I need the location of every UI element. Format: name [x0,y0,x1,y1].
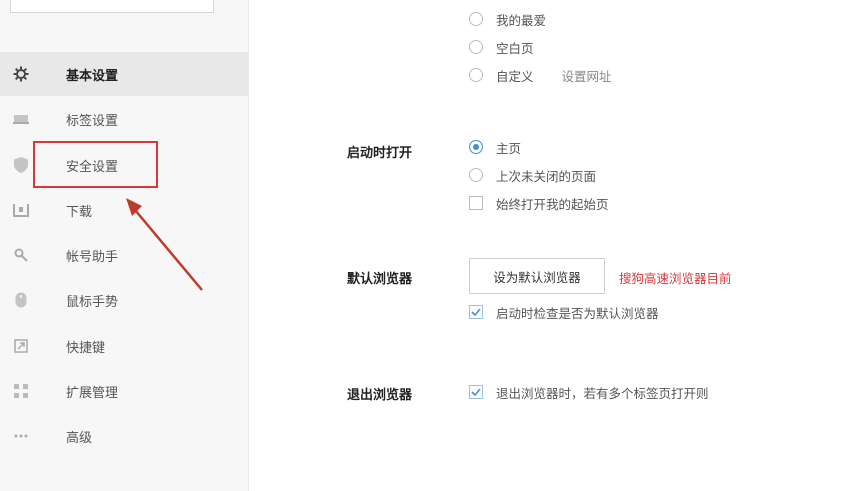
highlight-box [33,141,158,188]
sidebar-item-tab-settings[interactable]: 标签设置 [0,97,248,141]
shortcut-icon [12,337,30,355]
checkbox-warn-multiple-tabs[interactable]: 退出浏览器时，若有多个标签页打开则 [469,382,758,402]
shield-icon [12,156,30,174]
sidebar-item-label: 帐号助手 [66,249,119,265]
radio-button[interactable] [469,12,483,26]
settings-main: 我的最爱 空白页 自定义 设置网址 启动时打开 主页 上次未关闭的页面 始终打开… [249,0,845,491]
sidebar-item-label: 下载 [66,204,93,220]
radio-button[interactable] [469,140,483,154]
key-icon [12,246,30,264]
gear-icon [12,65,30,83]
checkmark-icon [471,388,481,396]
sidebar-item-label: 快捷键 [66,340,106,356]
grid-icon [12,382,30,400]
checkbox-always-open-start[interactable]: 始终打开我的起始页 [469,193,609,213]
sidebar: 基本设置 标签设置 安全设置 下载 帐号助手 鼠标手势 快捷键 扩展管理 高级 [0,0,249,491]
sidebar-item-label: 鼠标手势 [66,294,119,310]
sidebar-item-label: 基本设置 [66,68,119,84]
radio-last-session[interactable]: 上次未关闭的页面 [469,165,596,185]
radio-button[interactable] [469,68,483,82]
default-browser-note: 搜狗高速浏览器目前 [619,271,732,286]
sidebar-item-basic-settings[interactable]: 基本设置 [0,52,248,96]
default-browser-label: 默认浏览器 [347,272,413,287]
sidebar-item-label: 扩展管理 [66,385,119,401]
checkbox[interactable] [469,196,483,210]
sidebar-item-advanced[interactable]: 高级 [0,414,248,458]
checkmark-icon [471,308,481,316]
sidebar-item-label: 高级 [66,430,93,446]
radio-custom[interactable]: 自定义 设置网址 [469,65,612,85]
sidebar-item-shortcuts[interactable]: 快捷键 [0,324,248,368]
radio-favorites[interactable]: 我的最爱 [469,9,546,29]
download-icon [12,201,30,219]
sidebar-item-extensions[interactable]: 扩展管理 [0,369,248,413]
sidebar-item-label: 标签设置 [66,113,119,129]
search-box[interactable] [10,0,214,13]
mouse-icon [12,291,30,309]
radio-button[interactable] [469,40,483,54]
checkbox[interactable] [469,385,483,399]
radio-button[interactable] [469,168,483,182]
startup-label: 启动时打开 [347,146,413,161]
checkbox[interactable] [469,305,483,319]
set-url-link[interactable]: 设置网址 [562,66,612,85]
checkbox-check-default-on-start[interactable]: 启动时检查是否为默认浏览器 [469,302,659,322]
radio-blank-page[interactable]: 空白页 [469,37,534,57]
exit-browser-label: 退出浏览器 [347,388,413,403]
tab-icon [12,110,30,128]
more-icon [12,427,30,445]
radio-home[interactable]: 主页 [469,137,521,157]
set-default-browser-button[interactable]: 设为默认浏览器 [469,258,605,294]
annotation-arrow [126,198,203,291]
